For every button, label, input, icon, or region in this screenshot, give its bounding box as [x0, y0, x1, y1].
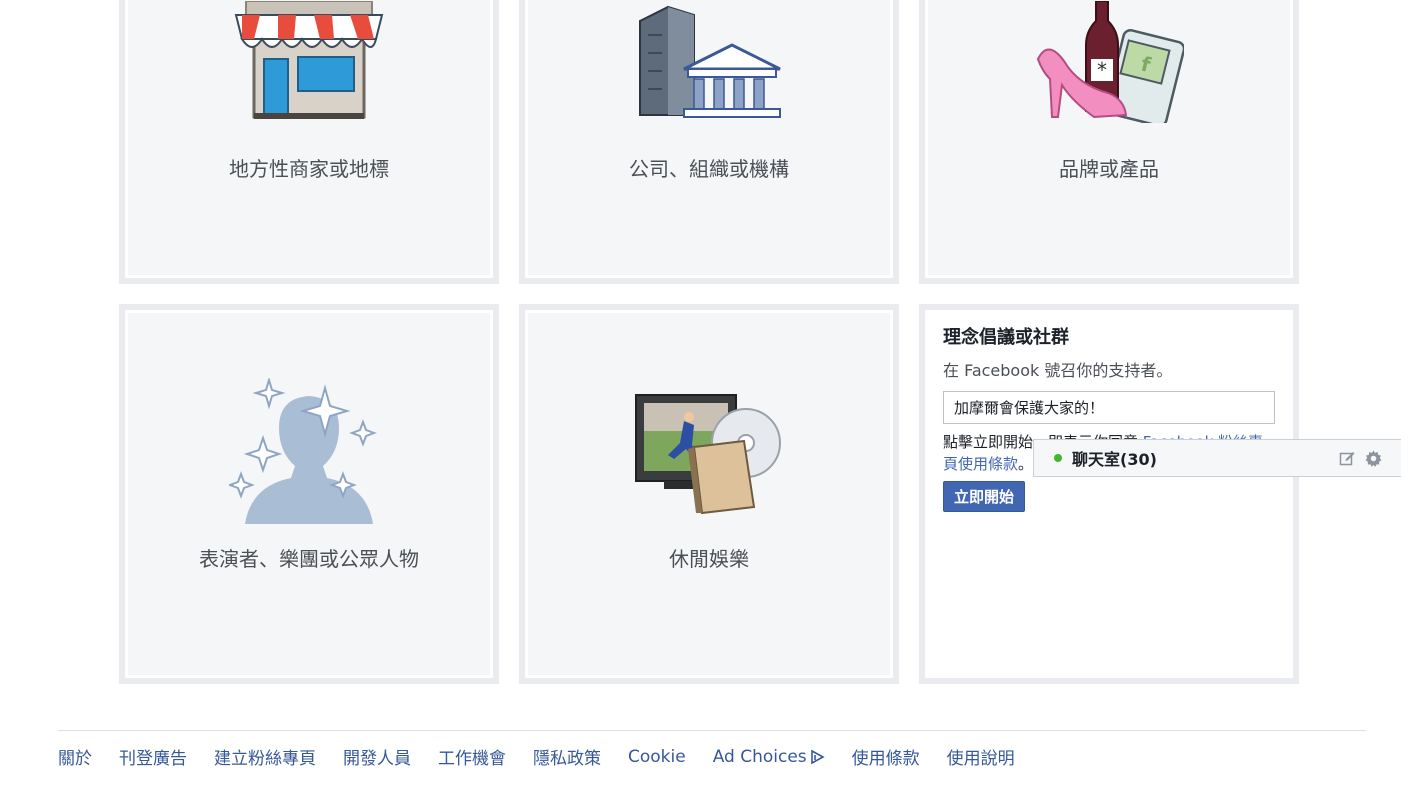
online-status-dot	[1054, 454, 1062, 462]
storefront-icon	[234, 1, 384, 119]
category-card-entertainment[interactable]: 休閒娛樂	[525, 310, 893, 678]
footer-link-careers[interactable]: 工作機會	[438, 744, 506, 769]
svg-text:*: *	[1097, 58, 1107, 82]
chat-label: 聊天室(30)	[1072, 450, 1157, 469]
category-card-brand[interactable]: f * 品牌或產品	[925, 0, 1293, 278]
gear-icon[interactable]	[1363, 448, 1383, 468]
category-tile-entertainment: 休閒娛樂	[519, 304, 899, 684]
brand-products-icon: f *	[1036, 1, 1184, 123]
footer-link-privacy[interactable]: 隱私政策	[533, 744, 601, 769]
footer-link-cookies[interactable]: Cookie	[628, 744, 686, 769]
chat-bar[interactable]: 聊天室(30)	[1033, 439, 1401, 477]
category-tile-public-figure: 表演者、樂團或公眾人物	[119, 304, 499, 684]
entertainment-icon	[635, 394, 781, 515]
footer-link-developers[interactable]: 開發人員	[343, 744, 411, 769]
category-card-company[interactable]: 公司、組織或機構	[525, 0, 893, 278]
footer-link-ad-choices[interactable]: Ad Choices	[713, 744, 825, 769]
page-name-input[interactable]	[943, 391, 1275, 424]
footer-link-terms[interactable]: 使用條款	[852, 744, 920, 769]
category-label: 公司、組織或機構	[629, 157, 789, 181]
category-label: 休閒娛樂	[669, 547, 749, 571]
ad-choices-label: Ad Choices	[712, 746, 807, 767]
category-card-public-figure[interactable]: 表演者、樂團或公眾人物	[125, 310, 493, 678]
footer-nav: 關於 刊登廣告 建立粉絲專頁 開發人員 工作機會 隱私政策 Cookie Ad …	[58, 744, 1042, 770]
category-tile-brand: f * 品牌或產品	[919, 0, 1299, 284]
compose-icon[interactable]	[1337, 448, 1357, 468]
category-label: 地方性商家或地標	[229, 157, 389, 181]
cause-card-title: 理念倡議或社群	[943, 327, 1069, 348]
footer-link-create-page[interactable]: 建立粉絲專頁	[214, 744, 316, 769]
public-figure-icon	[229, 378, 377, 524]
category-tile-local-business: 地方性商家或地標	[119, 0, 499, 284]
category-card-local-business[interactable]: 地方性商家或地標	[125, 0, 493, 278]
category-label: 品牌或產品	[1059, 157, 1159, 181]
category-tile-cause: 理念倡議或社群 在 Facebook 號召你的支持者。 點擊立即開始，即表示你同…	[919, 304, 1299, 684]
cause-signup-card: 理念倡議或社群 在 Facebook 號召你的支持者。 點擊立即開始，即表示你同…	[925, 310, 1293, 678]
footer-link-help[interactable]: 使用說明	[947, 744, 1015, 769]
ad-choices-icon	[810, 749, 825, 764]
get-started-button[interactable]: 立即開始	[943, 481, 1026, 512]
footer-link-advertise[interactable]: 刊登廣告	[119, 744, 187, 769]
office-building-icon	[639, 5, 781, 118]
footer-divider	[58, 730, 1366, 731]
cause-card-subtitle: 在 Facebook 號召你的支持者。	[943, 361, 1173, 380]
category-tile-company: 公司、組織或機構	[519, 0, 899, 284]
terms-suffix: 。	[1018, 455, 1034, 473]
footer-link-about[interactable]: 關於	[58, 744, 92, 769]
category-label: 表演者、樂團或公眾人物	[199, 547, 419, 571]
